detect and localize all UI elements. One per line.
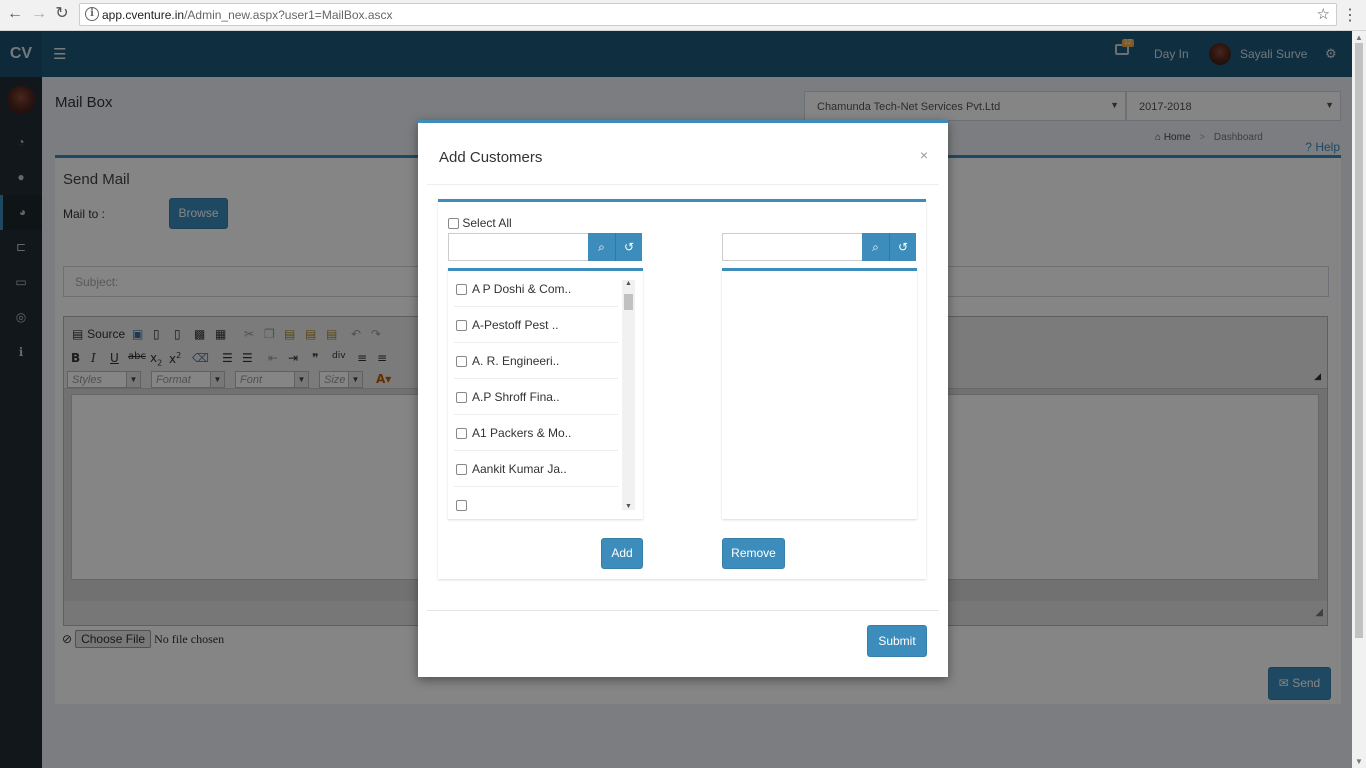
reload-icon[interactable]: ↻ xyxy=(52,4,72,24)
url-text: app.cventure.in/Admin_new.aspx?user1=Mai… xyxy=(102,8,393,22)
list-item[interactable]: A P Doshi & Com.. xyxy=(454,271,618,307)
customer-name: A-Pestoff Pest .. xyxy=(472,318,559,332)
select-all-checkbox[interactable]: Select All xyxy=(448,216,512,230)
customer-name: A. R. Engineeri.. xyxy=(472,354,560,368)
checkbox[interactable] xyxy=(456,500,467,512)
scroll-down-icon[interactable]: ▼ xyxy=(625,503,632,510)
info-icon[interactable]: i xyxy=(85,7,99,21)
customer-name: A P Doshi & Com.. xyxy=(472,282,572,296)
remove-button[interactable]: Remove xyxy=(722,538,785,569)
checkbox[interactable] xyxy=(456,428,467,440)
customer-picker: Select All ⌕ ↺ ⌕ ↺ A P Doshi & Com.. A-P… xyxy=(438,199,926,579)
forward-icon[interactable]: → xyxy=(29,4,49,24)
left-search-input[interactable] xyxy=(448,233,589,261)
search-icon[interactable]: ⌕ xyxy=(862,233,889,261)
modal-title: Add Customers xyxy=(439,149,543,166)
star-icon[interactable]: ☆ xyxy=(1317,5,1330,23)
scrollbar-thumb[interactable] xyxy=(1355,43,1363,638)
search-icon[interactable]: ⌕ xyxy=(588,233,615,261)
list-item[interactable]: A-Pestoff Pest .. xyxy=(454,307,618,343)
list-item[interactable]: A.P Shroff Fina.. xyxy=(454,379,618,415)
list-item[interactable]: Aankit Kumar Ja.. xyxy=(454,451,618,487)
checkbox[interactable] xyxy=(456,320,467,332)
checkbox[interactable] xyxy=(456,392,467,404)
select-all-label: Select All xyxy=(462,216,512,230)
reset-icon[interactable]: ↺ xyxy=(615,233,642,261)
divider xyxy=(427,184,939,185)
customer-name: A.P Shroff Fina.. xyxy=(472,390,560,404)
page-scrollbar[interactable]: ▲ ▼ xyxy=(1352,31,1366,768)
list-scrollbar[interactable]: ▲ ▼ xyxy=(622,280,635,510)
close-icon[interactable]: × xyxy=(920,147,928,163)
scroll-down-icon[interactable]: ▼ xyxy=(1355,757,1363,766)
checkbox[interactable] xyxy=(448,218,459,230)
selected-customers-list xyxy=(722,268,917,519)
scroll-up-icon[interactable]: ▲ xyxy=(1355,33,1363,42)
scroll-up-icon[interactable]: ▲ xyxy=(625,280,632,287)
list-scrollbar-thumb[interactable] xyxy=(624,294,633,310)
add-button[interactable]: Add xyxy=(601,538,643,569)
submit-button[interactable]: Submit xyxy=(867,625,927,657)
list-item-partial[interactable] xyxy=(454,487,618,519)
browser-toolbar: ← → ↻ i app.cventure.in/Admin_new.aspx?u… xyxy=(0,0,1366,31)
reset-icon[interactable]: ↺ xyxy=(889,233,916,261)
back-icon[interactable]: ← xyxy=(5,4,25,24)
customer-name: A1 Packers & Mo.. xyxy=(472,426,572,440)
add-customers-modal: Add Customers × Select All ⌕ ↺ ⌕ ↺ A P D… xyxy=(418,120,948,677)
available-customers-list: A P Doshi & Com.. A-Pestoff Pest .. A. R… xyxy=(448,268,643,519)
checkbox[interactable] xyxy=(456,284,467,296)
divider xyxy=(427,610,939,611)
list-item[interactable]: A1 Packers & Mo.. xyxy=(454,415,618,451)
customer-name: Aankit Kumar Ja.. xyxy=(472,462,567,476)
checkbox[interactable] xyxy=(456,356,467,368)
kebab-icon[interactable]: ⋮ xyxy=(1342,5,1358,25)
right-search-input[interactable] xyxy=(722,233,863,261)
list-item[interactable]: A. R. Engineeri.. xyxy=(454,343,618,379)
address-bar[interactable]: i app.cventure.in/Admin_new.aspx?user1=M… xyxy=(79,3,1337,26)
checkbox[interactable] xyxy=(456,464,467,476)
